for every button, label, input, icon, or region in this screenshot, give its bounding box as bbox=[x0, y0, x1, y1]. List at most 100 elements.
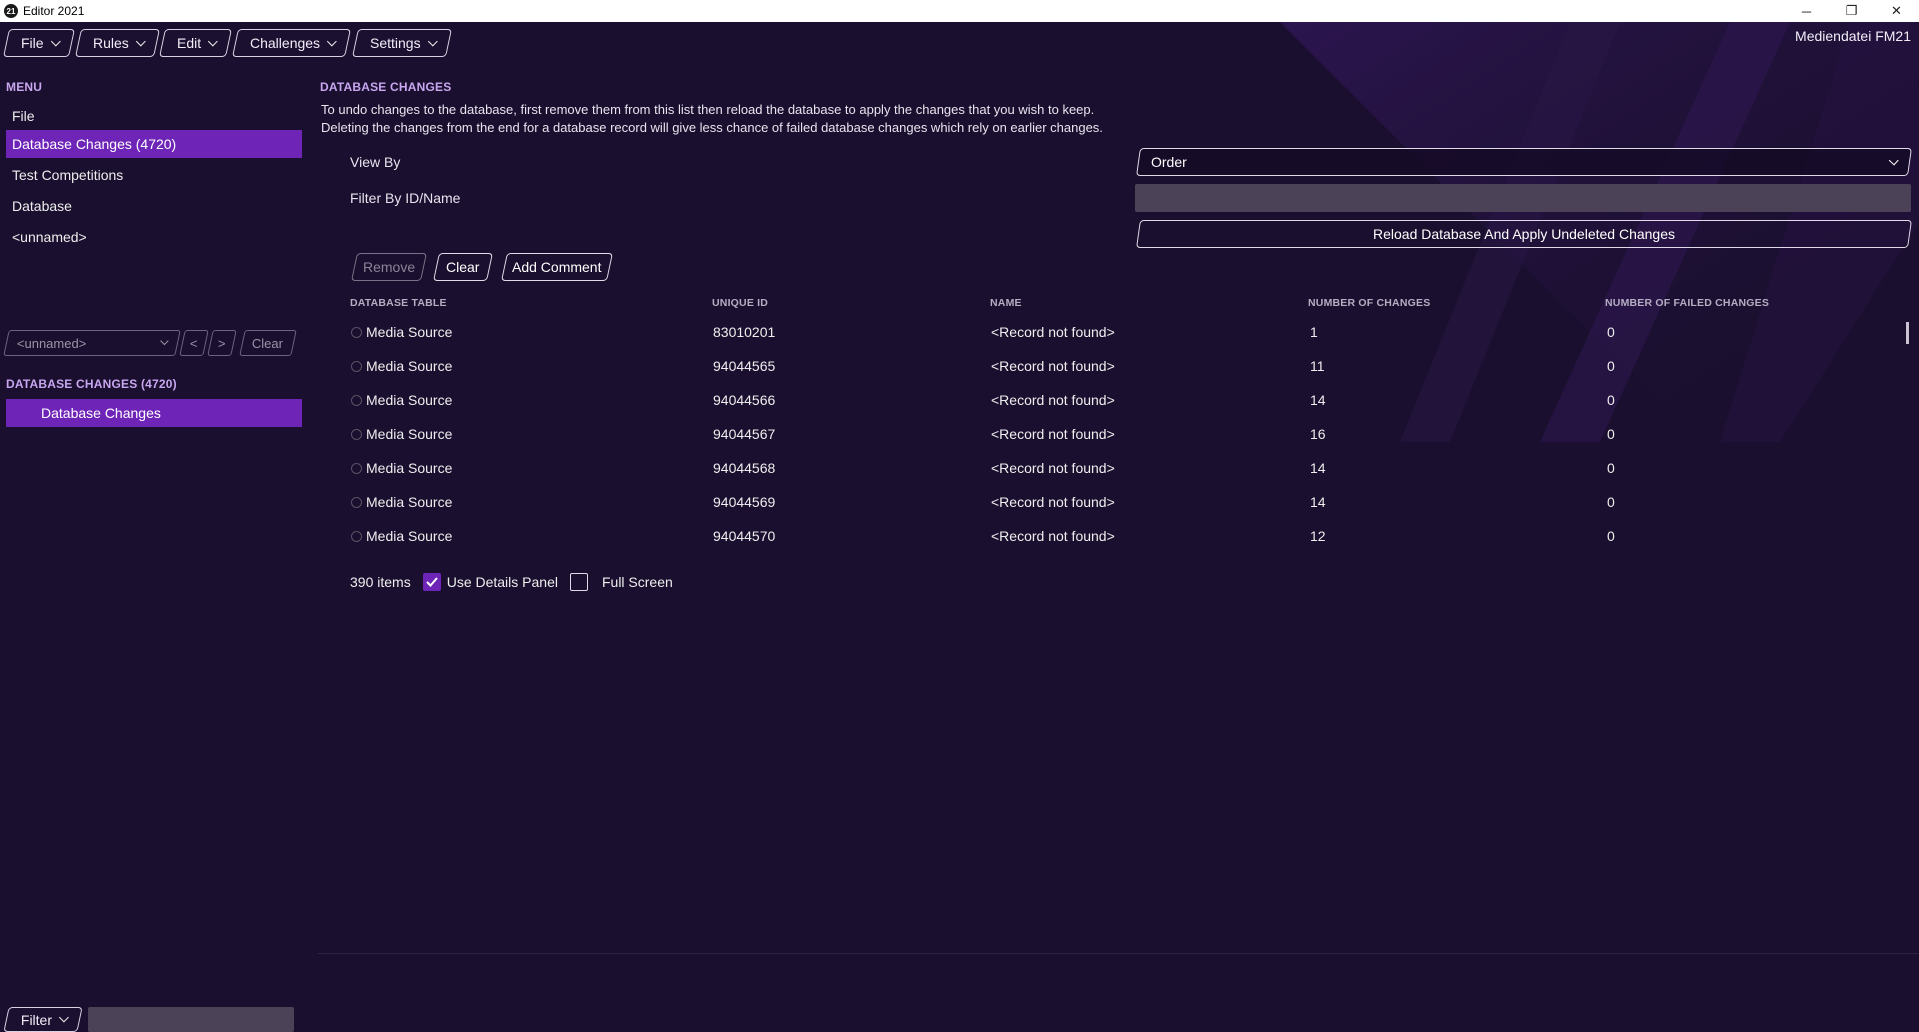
row-status-icon bbox=[351, 531, 362, 542]
top-menu-bar: File Rules Edit Challenges Settings bbox=[3, 29, 452, 57]
cell-number-of-changes: 11 bbox=[1310, 358, 1325, 374]
column-header-database-table[interactable]: DATABASE TABLE bbox=[350, 297, 447, 309]
navigation-controls: <unnamed> < > Clear bbox=[3, 330, 297, 356]
cell-unique-id: 94044565 bbox=[713, 358, 776, 374]
description-line-1: To undo changes to the database, first r… bbox=[321, 102, 1095, 117]
details-panel-divider bbox=[318, 953, 1919, 954]
cell-name: <Record not found> bbox=[991, 528, 1115, 544]
row-status-icon bbox=[351, 429, 362, 440]
sidebar-item-file[interactable]: File bbox=[0, 102, 308, 130]
edit-menu-button[interactable]: Edit bbox=[159, 29, 233, 57]
history-select-value: <unnamed> bbox=[17, 335, 87, 351]
table-row[interactable]: Media Source 83010201 <Record not found>… bbox=[350, 315, 1910, 349]
cell-number-of-failed-changes: 0 bbox=[1607, 528, 1615, 544]
settings-menu-label: Settings bbox=[369, 35, 421, 51]
row-status-icon bbox=[351, 463, 362, 474]
remove-button[interactable]: Remove bbox=[351, 253, 427, 281]
close-button[interactable]: ✕ bbox=[1874, 0, 1919, 22]
restore-button[interactable]: ❐ bbox=[1829, 0, 1874, 22]
row-status-icon bbox=[351, 497, 362, 508]
reload-database-button[interactable]: Reload Database And Apply Undeleted Chan… bbox=[1136, 220, 1912, 248]
sidebar-item-test-competitions[interactable]: Test Competitions bbox=[0, 161, 308, 189]
main-panel: DATABASE CHANGES To undo changes to the … bbox=[310, 70, 1919, 950]
edit-menu-label: Edit bbox=[177, 35, 202, 51]
chevron-down-icon bbox=[208, 36, 219, 46]
use-details-panel-checkbox[interactable] bbox=[422, 573, 441, 591]
filter-by-input[interactable] bbox=[1135, 184, 1911, 212]
history-select[interactable]: <unnamed> bbox=[3, 330, 181, 356]
chevron-down-icon bbox=[327, 36, 338, 46]
cell-number-of-failed-changes: 0 bbox=[1607, 460, 1615, 476]
file-menu-label: File bbox=[21, 35, 44, 51]
chevron-down-icon bbox=[160, 336, 169, 346]
rules-menu-label: Rules bbox=[92, 35, 129, 51]
column-header-name[interactable]: NAME bbox=[990, 297, 1022, 309]
view-by-select[interactable]: Order bbox=[1136, 148, 1912, 176]
sidebar-item-database-changes-sub[interactable]: Database Changes bbox=[6, 399, 302, 427]
chevron-down-icon bbox=[59, 1012, 69, 1023]
history-clear-label: Clear bbox=[252, 335, 284, 351]
table-scrollbar[interactable] bbox=[1906, 322, 1909, 344]
cell-database-table: Media Source bbox=[366, 426, 453, 442]
view-by-value: Order bbox=[1151, 154, 1187, 170]
cell-unique-id: 94044567 bbox=[713, 426, 776, 442]
description-line-2: Deleting the changes from the end for a … bbox=[321, 120, 1103, 135]
table-row[interactable]: Media Source 94044567 <Record not found>… bbox=[350, 417, 1910, 451]
cell-name: <Record not found> bbox=[991, 426, 1115, 442]
cell-number-of-changes: 14 bbox=[1310, 494, 1326, 510]
cell-database-table: Media Source bbox=[366, 494, 453, 510]
column-header-unique-id[interactable]: UNIQUE ID bbox=[712, 297, 768, 309]
app-logo-icon: 21 bbox=[4, 4, 18, 18]
add-comment-button-label: Add Comment bbox=[512, 259, 602, 275]
item-count: 390 items bbox=[350, 574, 411, 590]
cell-number-of-changes: 16 bbox=[1310, 426, 1326, 442]
add-comment-button[interactable]: Add Comment bbox=[501, 253, 613, 281]
chevron-down-icon bbox=[50, 36, 61, 46]
cell-unique-id: 94044569 bbox=[713, 494, 776, 510]
checkmark-icon bbox=[425, 577, 438, 587]
cell-number-of-changes: 12 bbox=[1310, 528, 1326, 544]
cell-name: <Record not found> bbox=[991, 324, 1115, 340]
cell-name: <Record not found> bbox=[991, 494, 1115, 510]
cell-name: <Record not found> bbox=[991, 392, 1115, 408]
cell-database-table: Media Source bbox=[366, 392, 453, 408]
table-footer: 390 items Use Details Panel Full Screen bbox=[350, 573, 673, 591]
bottom-filter-button[interactable]: Filter bbox=[3, 1007, 83, 1032]
window-title: Editor 2021 bbox=[23, 4, 85, 18]
sidebar-item-database-changes[interactable]: Database Changes (4720) bbox=[6, 130, 302, 158]
database-name-label: Mediendatei FM21 bbox=[1795, 28, 1911, 44]
cell-number-of-changes: 14 bbox=[1310, 392, 1326, 408]
sidebar-item-database[interactable]: Database bbox=[0, 192, 308, 220]
minimize-button[interactable]: ─ bbox=[1784, 0, 1829, 22]
window-titlebar: 21 Editor 2021 ─ ❐ ✕ bbox=[0, 0, 1919, 22]
challenges-menu-button[interactable]: Challenges bbox=[232, 29, 352, 57]
table-row[interactable]: Media Source 94044566 <Record not found>… bbox=[350, 383, 1910, 417]
rules-menu-button[interactable]: Rules bbox=[74, 29, 160, 57]
table-row[interactable]: Media Source 94044568 <Record not found>… bbox=[350, 451, 1910, 485]
back-button[interactable]: < bbox=[179, 330, 209, 356]
bottom-filter-bar: Filter bbox=[3, 1007, 295, 1032]
full-screen-checkbox[interactable] bbox=[569, 573, 588, 591]
clear-button[interactable]: Clear bbox=[433, 253, 493, 281]
forward-button[interactable]: > bbox=[207, 330, 237, 356]
row-status-icon bbox=[351, 327, 362, 338]
file-menu-button[interactable]: File bbox=[3, 29, 75, 57]
column-header-number-of-failed-changes[interactable]: NUMBER OF FAILED CHANGES bbox=[1605, 297, 1769, 309]
cell-number-of-failed-changes: 0 bbox=[1607, 358, 1615, 374]
settings-menu-button[interactable]: Settings bbox=[351, 29, 452, 57]
use-details-panel-label: Use Details Panel bbox=[446, 574, 558, 590]
sidebar-item-unnamed[interactable]: <unnamed> bbox=[0, 223, 308, 251]
cell-unique-id: 94044570 bbox=[713, 528, 776, 544]
table-row[interactable]: Media Source 94044565 <Record not found>… bbox=[350, 349, 1910, 383]
history-clear-button[interactable]: Clear bbox=[239, 330, 297, 356]
reload-database-label: Reload Database And Apply Undeleted Chan… bbox=[1373, 226, 1675, 242]
remove-button-label: Remove bbox=[362, 259, 416, 275]
bottom-filter-input[interactable] bbox=[88, 1007, 295, 1032]
cell-unique-id: 94044568 bbox=[713, 460, 776, 476]
filter-by-label: Filter By ID/Name bbox=[350, 190, 461, 206]
table-row[interactable]: Media Source 94044570 <Record not found>… bbox=[350, 519, 1910, 553]
column-header-number-of-changes[interactable]: NUMBER OF CHANGES bbox=[1308, 297, 1430, 309]
back-arrow-icon: < bbox=[190, 335, 198, 351]
table-row[interactable]: Media Source 94044569 <Record not found>… bbox=[350, 485, 1910, 519]
database-changes-section-title: DATABASE CHANGES (4720) bbox=[6, 377, 177, 391]
